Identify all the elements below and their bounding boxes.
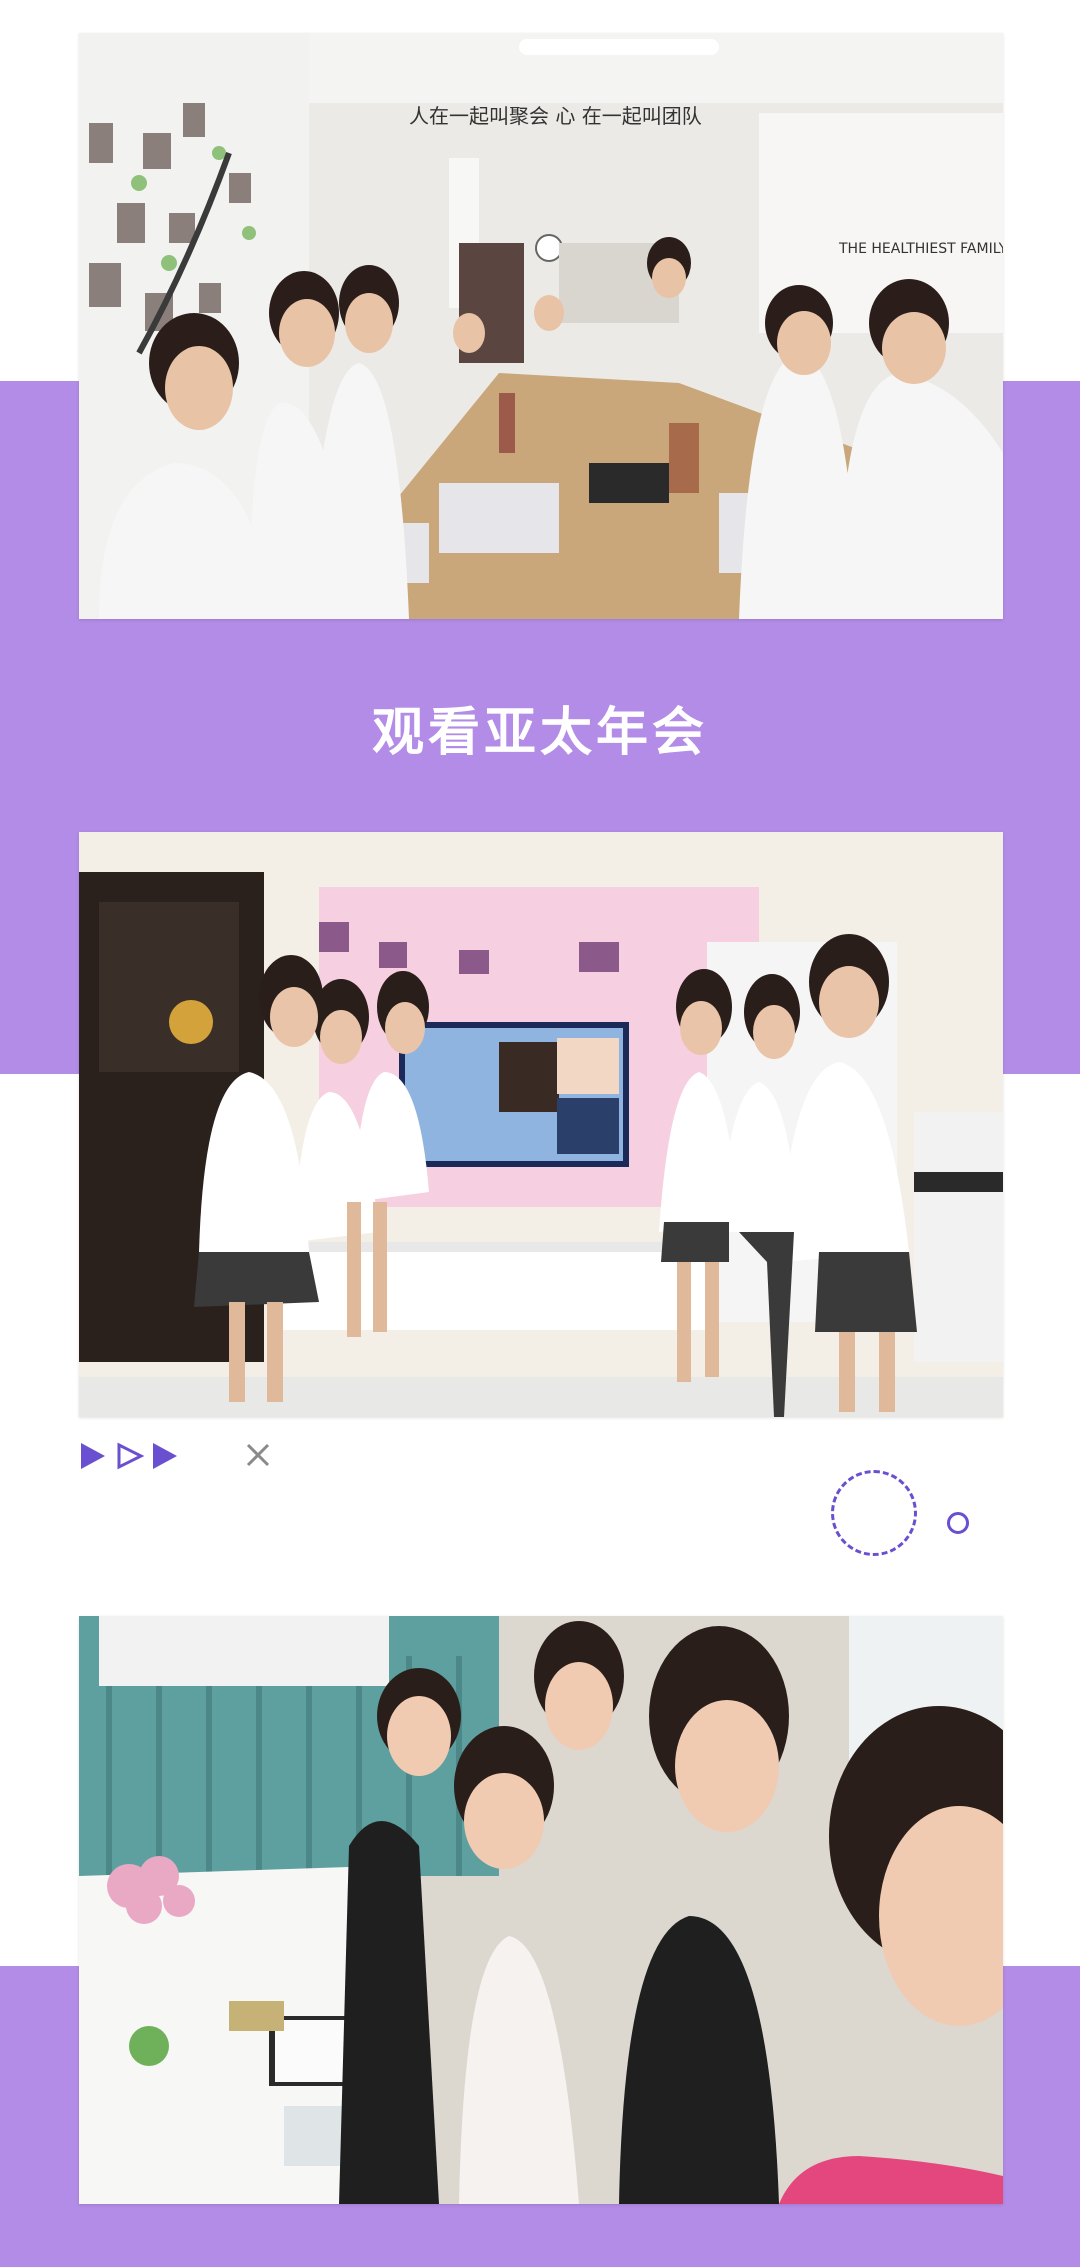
wall-slogan: THE HEALTHIEST FAMILY ON EARTH <box>838 241 1003 257</box>
dashed-ring-decoration <box>831 1470 917 1556</box>
tv-viewing-photo <box>79 832 1003 1417</box>
group-selfie-photo <box>79 1616 1003 2204</box>
x-icon <box>246 1443 270 1467</box>
play-filled-icon <box>81 1443 105 1469</box>
play-filled-icon <box>153 1443 177 1469</box>
play-icons-decoration <box>81 1442 177 1470</box>
play-outline-icon <box>117 1442 145 1470</box>
team-meeting-photo: THE HEALTHIEST FAMILY ON EARTH 人在一起叫聚会 心… <box>79 33 1003 619</box>
section-title: 观看亚太年会 <box>371 703 708 763</box>
small-ring-decoration <box>947 1512 969 1534</box>
wall-banner: 人在一起叫聚会 心 在一起叫团队 <box>409 104 702 128</box>
